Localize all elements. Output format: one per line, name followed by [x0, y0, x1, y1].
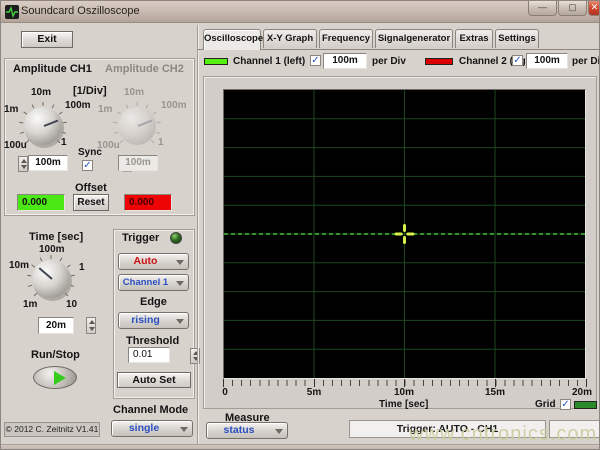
ch1-scale-100u: 100u — [4, 140, 27, 151]
tab-frequency[interactable]: Frequency — [319, 29, 373, 48]
ch1-scale-1m: 1m — [4, 104, 18, 115]
grid-label: Grid — [535, 399, 556, 410]
sync-checkbox[interactable]: ✓ — [82, 160, 93, 171]
channel2-per-div-field[interactable]: 100m — [526, 53, 568, 69]
chevron-down-icon — [180, 427, 188, 432]
run-stop-label: Run/Stop — [31, 349, 80, 361]
tab-xy-graph[interactable]: X-Y Graph — [263, 29, 317, 48]
x-major-tick — [586, 379, 587, 387]
version-bar: © 2012 C. Zeitnitz V1.41 — [4, 422, 100, 437]
grid-checkbox[interactable]: ✓ — [560, 399, 571, 410]
scope-plot[interactable] — [223, 89, 586, 379]
amplitude-ch1-spinner[interactable] — [18, 156, 28, 172]
x-tick-15m: 15m — [485, 387, 505, 398]
edge-label: Edge — [140, 296, 167, 308]
trigger-led — [170, 232, 182, 244]
x-axis-label: Time [sec] — [379, 399, 428, 410]
channel1-checkbox[interactable]: ✓ — [310, 55, 321, 66]
threshold-spinner[interactable] — [190, 348, 200, 364]
trigger-edge-dropdown[interactable]: rising — [118, 312, 189, 329]
channel1-per-div-label: per Div — [372, 56, 406, 67]
x-tick-20m: 20m — [572, 387, 592, 398]
x-tick-0: 0 — [222, 387, 228, 398]
threshold-field[interactable]: 0.01 — [128, 347, 170, 363]
ch2-scale-1: 1 — [158, 137, 164, 148]
tab-extras[interactable]: Extras — [455, 29, 493, 48]
channel2-checkbox[interactable]: ✓ — [512, 55, 523, 66]
grid-color-swatch — [574, 401, 597, 409]
ch2-scale-100m: 100m — [161, 100, 187, 111]
close-button[interactable]: ✕ — [588, 1, 600, 16]
trigger-label: Trigger — [122, 232, 159, 244]
ch1-scale-1: 1 — [61, 137, 67, 148]
x-axis-ticks — [223, 380, 587, 386]
panel-divider — [197, 25, 198, 444]
tab-oscilloscope[interactable]: Oscilloscope — [203, 29, 261, 50]
trigger-edge-value: rising — [119, 313, 172, 328]
time-scale-100m: 100m — [39, 244, 65, 255]
ch2-scale-10m: 10m — [124, 87, 144, 98]
channel1-per-div-field[interactable]: 100m — [323, 53, 367, 69]
x-tick-10m: 10m — [394, 387, 414, 398]
time-field[interactable]: 20m — [38, 317, 74, 334]
amplitude-ch1-field[interactable]: 100m — [28, 155, 68, 171]
titlebar: Soundcard Oszilloscope — ▢ ✕ — [1, 1, 600, 23]
time-scale-1m: 1m — [23, 299, 37, 310]
watermark: www.cntronics.com — [409, 423, 597, 446]
channel1-color-swatch — [204, 58, 228, 65]
chevron-down-icon — [176, 281, 184, 286]
minimize-button[interactable]: — — [528, 1, 557, 16]
time-scale-10: 10 — [66, 299, 77, 310]
sync-label: Sync — [78, 147, 102, 158]
exit-button[interactable]: Exit — [21, 31, 73, 48]
x-major-tick — [314, 379, 315, 387]
offset-ch2-field[interactable]: 0.000 — [124, 194, 172, 211]
trigger-mode-dropdown[interactable]: Auto — [118, 253, 189, 270]
x-tick-5m: 5m — [307, 387, 321, 398]
x-major-tick — [404, 379, 405, 387]
measure-dropdown[interactable]: status — [206, 422, 288, 439]
trigger-source-value: Channel 1 — [119, 275, 172, 290]
threshold-label: Threshold — [126, 335, 179, 347]
channel-mode-value: single — [112, 421, 176, 436]
tab-signalgenerator[interactable]: Signalgenerator — [375, 29, 453, 48]
channel1-label: Channel 1 (left) — [233, 56, 305, 67]
channel-mode-dropdown[interactable]: single — [111, 420, 193, 437]
measure-value: status — [207, 423, 271, 438]
app-icon — [5, 5, 19, 19]
time-spinner[interactable] — [86, 317, 96, 334]
window-title: Soundcard Oszilloscope — [21, 5, 140, 17]
chevron-down-icon — [176, 260, 184, 265]
amplitude-ch2-field[interactable]: 100m — [118, 155, 158, 171]
offset-label: Offset — [75, 182, 107, 194]
offset-ch1-field[interactable]: 0.000 — [17, 194, 65, 211]
ch1-scale-10m: 10m — [31, 87, 51, 98]
trigger-mode-value: Auto — [119, 254, 172, 269]
channel-mode-label: Channel Mode — [113, 404, 188, 416]
channel2-per-div-label: per Div — [572, 56, 600, 67]
run-stop-button[interactable] — [33, 366, 77, 389]
x-major-tick — [223, 379, 224, 387]
time-scale-1: 1 — [79, 262, 85, 273]
time-scale-10m: 10m — [9, 260, 29, 271]
chevron-down-icon — [275, 429, 283, 434]
play-icon — [54, 371, 66, 385]
ch1-scale-100m: 100m — [65, 100, 91, 111]
amplitude-ch1-label: Amplitude CH1 — [13, 63, 92, 75]
time-label: Time [sec] — [29, 231, 83, 243]
trigger-source-dropdown[interactable]: Channel 1 — [118, 274, 189, 291]
offset-reset-button[interactable]: Reset — [73, 194, 109, 211]
channel2-color-swatch — [425, 58, 453, 65]
ch2-scale-1m: 1m — [98, 104, 112, 115]
chevron-down-icon — [176, 319, 184, 324]
auto-set-button[interactable]: Auto Set — [117, 372, 191, 388]
maximize-button[interactable]: ▢ — [558, 1, 587, 16]
app-window: Soundcard Oszilloscope — ▢ ✕ Exit Amplit… — [0, 0, 600, 450]
amplitude-ch2-label: Amplitude CH2 — [105, 63, 184, 75]
x-major-tick — [495, 379, 496, 387]
tab-settings[interactable]: Settings — [495, 29, 539, 48]
amplitude-unit-label: [1/Div] — [73, 85, 107, 97]
scope-grid-and-trace — [224, 90, 585, 378]
